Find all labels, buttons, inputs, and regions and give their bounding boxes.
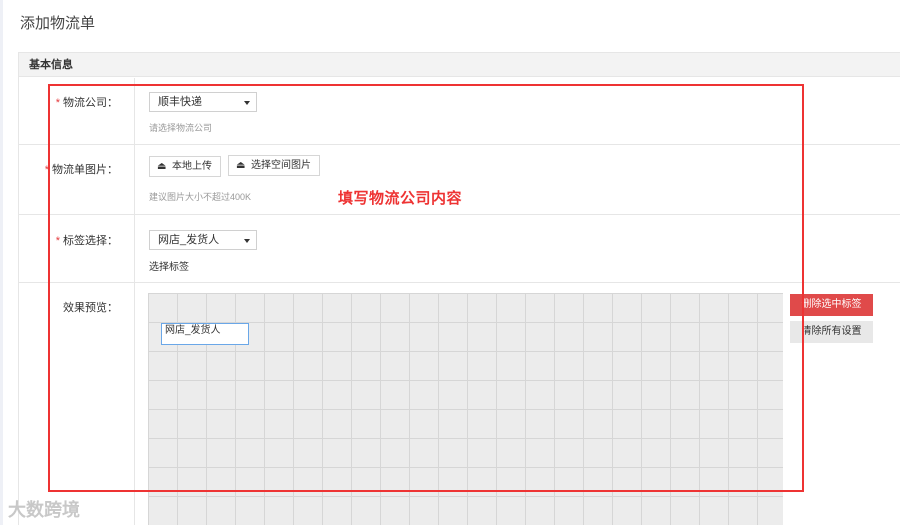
logistics-company-label: * 物流公司： xyxy=(55,97,118,109)
required-star: * xyxy=(55,97,60,109)
logistics-company-hint: 请选择物流公司 xyxy=(149,123,213,133)
logistics-company-label-cell: * 物流公司： xyxy=(19,78,135,144)
logistics-company-row: * 物流公司： 顺丰快递 请选择物流公司 xyxy=(19,78,900,145)
upload-icon: ⏏ xyxy=(236,160,246,171)
tag-select-label: * 标签选择： xyxy=(55,235,118,247)
panel-header: 基本信息 xyxy=(19,53,900,77)
waybill-image-hint: 建议图片大小不超过400K xyxy=(149,192,252,202)
waybill-image-label-cell: * 物流单图片： xyxy=(19,145,135,214)
watermark-logo: 大数跨境 xyxy=(8,500,80,520)
clear-all-settings-button[interactable]: 清除所有设置 xyxy=(790,321,873,343)
annotation-text: 填写物流公司内容 xyxy=(338,190,463,207)
page-title: 添加物流单 xyxy=(20,15,96,32)
upload-icon: ⏏ xyxy=(157,161,167,172)
waybill-image-label: * 物流单图片： xyxy=(44,164,118,176)
tag-select-hint: 选择标签 xyxy=(149,262,189,273)
local-upload-button[interactable]: ⏏ 本地上传 xyxy=(149,156,221,177)
tag-select-label-cell: * 标签选择： xyxy=(19,215,135,282)
logistics-company-select[interactable]: 顺丰快递 xyxy=(149,92,257,112)
preview-tag[interactable]: 网店_发货人 xyxy=(161,323,249,345)
required-star: * xyxy=(55,235,60,247)
tag-select-row: * 标签选择： 网店_发货人 选择标签 xyxy=(19,215,900,283)
tag-select[interactable]: 网店_发货人 xyxy=(149,230,257,250)
caret-down-icon xyxy=(244,101,250,105)
preview-label-cell: 效果预览： xyxy=(19,283,135,525)
select-space-image-button[interactable]: ⏏ 选择空间图片 xyxy=(228,155,320,176)
preview-label: 效果预览： xyxy=(63,302,118,314)
left-edge-bar xyxy=(0,0,3,525)
required-star: * xyxy=(44,164,49,176)
delete-selected-tag-button[interactable]: 删除选中标签 xyxy=(790,294,873,316)
caret-down-icon xyxy=(244,239,250,243)
